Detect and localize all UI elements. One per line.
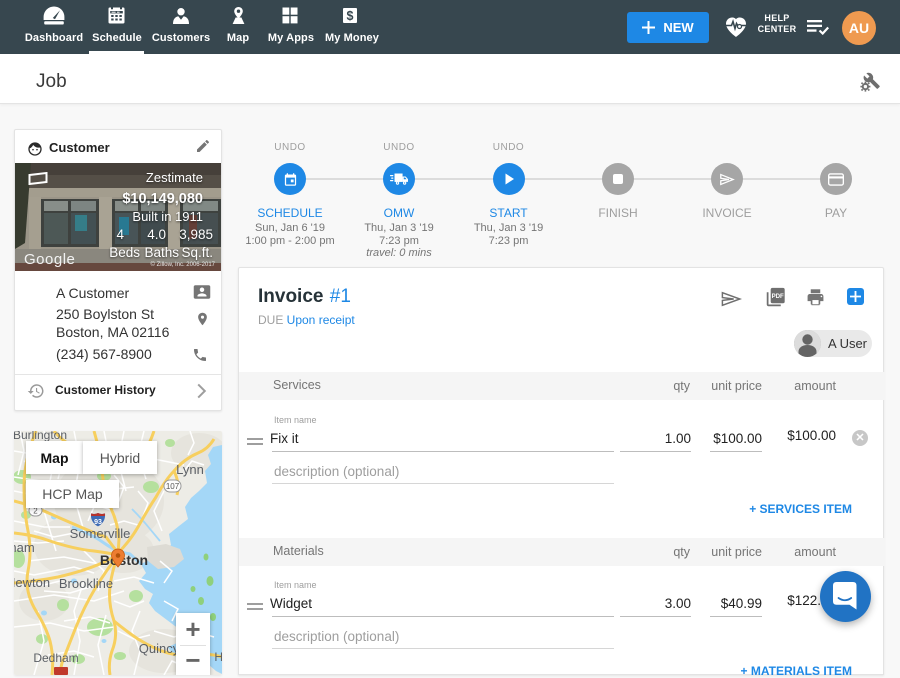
- svg-text:ham: ham: [14, 540, 35, 555]
- svg-text:Dedham: Dedham: [33, 651, 78, 665]
- svg-text:Lynn: Lynn: [176, 462, 204, 477]
- svg-text:Somerville: Somerville: [70, 526, 131, 541]
- svg-text:Newton: Newton: [14, 575, 50, 590]
- svg-text:Brookline: Brookline: [59, 576, 113, 591]
- svg-text:Hi: Hi: [214, 650, 222, 664]
- svg-text:PDF: PDF: [772, 293, 784, 300]
- svg-text:107: 107: [166, 482, 180, 491]
- svg-text:Quincy: Quincy: [139, 641, 180, 656]
- svg-text:93: 93: [94, 519, 102, 526]
- svg-text:$: $: [347, 9, 354, 23]
